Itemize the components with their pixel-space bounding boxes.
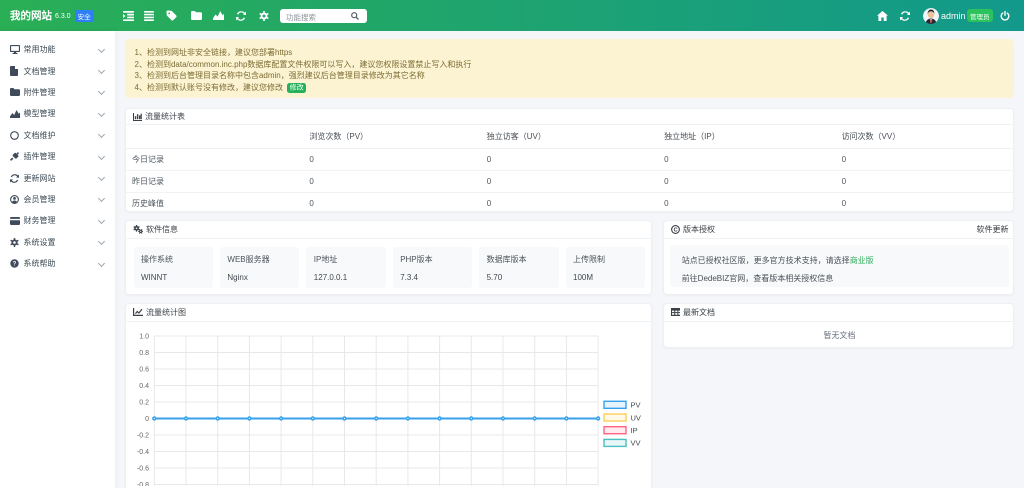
svg-text:IP: IP	[631, 426, 638, 435]
svg-text:UV: UV	[631, 413, 641, 422]
svg-text:-0.6: -0.6	[137, 466, 149, 473]
svg-text:0: 0	[145, 416, 149, 423]
svg-text:?: ?	[13, 262, 17, 268]
svg-text:-0.2: -0.2	[137, 433, 149, 440]
svg-text:0.6: 0.6	[139, 367, 149, 374]
svg-text:VV: VV	[631, 439, 641, 448]
svg-text:PV: PV	[631, 401, 641, 410]
svg-text:0.8: 0.8	[139, 350, 149, 357]
svg-text:0.4: 0.4	[139, 383, 149, 390]
svg-text:-0.4: -0.4	[137, 449, 149, 456]
svg-text:-0.8: -0.8	[137, 482, 149, 486]
svg-text:1.0: 1.0	[139, 334, 149, 341]
svg-text:C: C	[674, 227, 678, 233]
svg-text:0.2: 0.2	[139, 400, 149, 407]
